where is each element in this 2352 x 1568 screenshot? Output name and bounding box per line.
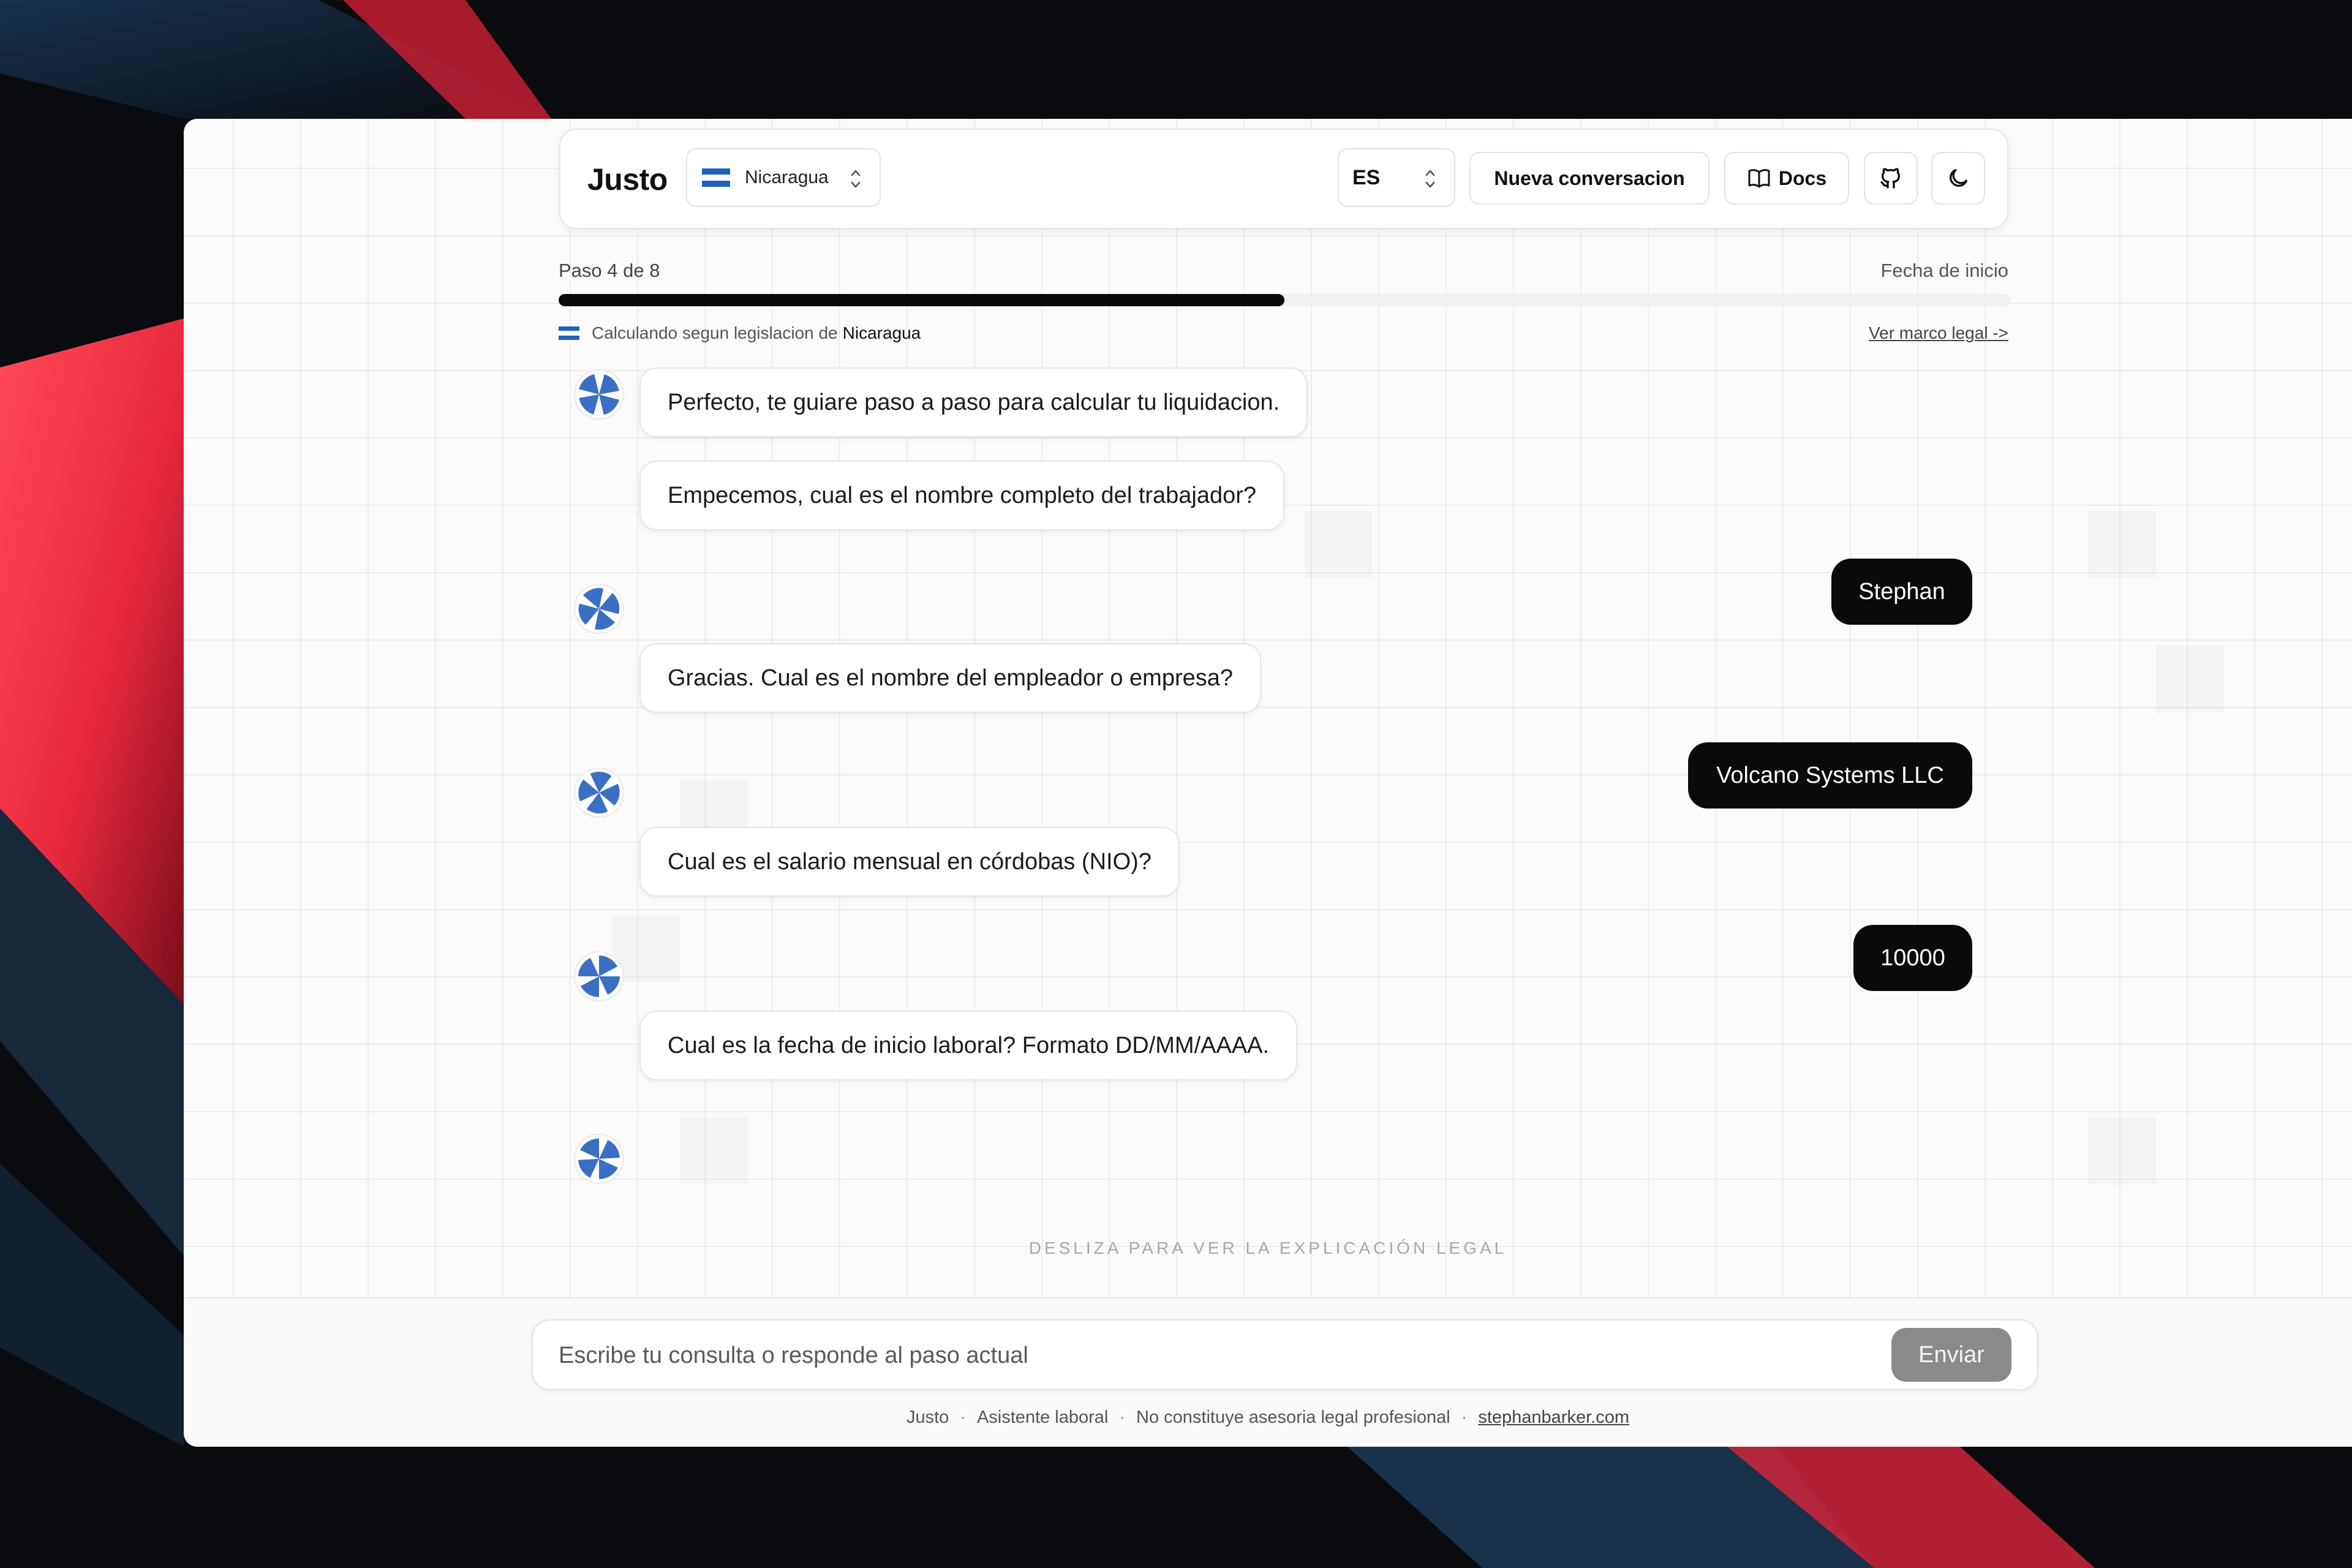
bot-avatar-icon xyxy=(574,1134,624,1184)
app-window: Justo Nicaragua ES Nueva conversacion Do… xyxy=(184,119,2352,1447)
docs-button[interactable]: Docs xyxy=(1724,152,1849,205)
bot-message: Cual es el salario mensual en córdobas (… xyxy=(639,827,1180,897)
jurisdiction-prefix: Calculando segun legislacion de xyxy=(592,323,838,342)
docs-label: Docs xyxy=(1778,167,1827,189)
progress-bar-fill xyxy=(559,294,1284,306)
top-bar: Justo Nicaragua ES Nueva conversacion Do… xyxy=(559,129,2008,229)
grid-accent xyxy=(2156,646,2223,713)
theme-toggle-button[interactable] xyxy=(1931,152,1985,205)
composer: Enviar xyxy=(532,1319,2038,1390)
nicaragua-flag-icon xyxy=(702,168,730,187)
new-conversation-button[interactable]: Nueva conversacion xyxy=(1469,152,1709,205)
bot-avatar-icon xyxy=(574,951,624,1001)
country-selector-value: Nicaragua xyxy=(745,167,829,187)
footer-item: Justo xyxy=(906,1408,949,1427)
brand-logo: Justo xyxy=(587,162,668,197)
footer-item: No constituye asesoria legal profesional xyxy=(1136,1408,1450,1427)
footer: Justo · Asistente laboral · No constituye as… xyxy=(906,1408,1630,1427)
progress-bar xyxy=(559,294,2010,306)
footer-item: Asistente laboral xyxy=(976,1408,1109,1427)
language-selector[interactable]: ES xyxy=(1338,148,1455,207)
footer-link[interactable]: stephanbarker.com xyxy=(1478,1408,1629,1427)
divider xyxy=(184,1297,2352,1298)
jurisdiction-note: Calculando segun legislacion de Nicaragu… xyxy=(559,323,921,343)
bot-message: Cual es la fecha de inicio laboral? Form… xyxy=(639,1011,1298,1080)
github-icon xyxy=(1880,168,1900,189)
bot-message: Empecemos, cual es el nombre completo de… xyxy=(639,461,1285,530)
jurisdiction-country: Nicaragua xyxy=(842,323,921,342)
github-button[interactable] xyxy=(1864,152,1918,205)
current-field-label: Fecha de inicio xyxy=(1880,260,2008,281)
book-icon xyxy=(1748,169,1770,188)
grid-accent xyxy=(2089,1117,2156,1185)
grid-accent xyxy=(1305,511,1372,578)
grid-accent xyxy=(2089,511,2156,578)
user-message: Volcano Systems LLC xyxy=(1688,742,1972,809)
chevron-up-down-icon xyxy=(851,170,861,188)
bot-avatar-icon xyxy=(574,767,624,818)
step-counter: Paso 4 de 8 xyxy=(559,260,660,281)
moon-icon xyxy=(1950,169,1967,187)
send-button[interactable]: Enviar xyxy=(1891,1328,2011,1382)
bot-avatar-icon xyxy=(574,369,624,420)
bot-message: Gracias. Cual es el nombre del empleador… xyxy=(639,643,1262,713)
swipe-hint: DESLIZA PARA VER LA EXPLICACIÓN LEGAL xyxy=(1028,1238,1507,1257)
legal-framework-link[interactable]: Ver marco legal -> xyxy=(1869,323,2008,343)
bot-message: Perfecto, te guiare paso a paso para cal… xyxy=(639,368,1308,437)
user-message: 10000 xyxy=(1853,925,1972,991)
country-selector[interactable]: Nicaragua xyxy=(686,148,881,207)
message-input[interactable] xyxy=(557,1333,1846,1378)
chevron-up-down-icon xyxy=(1425,170,1435,188)
nicaragua-flag-icon xyxy=(559,326,579,340)
grid-accent xyxy=(680,1117,747,1185)
user-message: Stephan xyxy=(1831,559,1972,625)
language-selector-value: ES xyxy=(1352,165,1381,189)
bot-avatar-icon xyxy=(574,584,624,634)
new-conversation-label: Nueva conversacion xyxy=(1494,167,1685,189)
